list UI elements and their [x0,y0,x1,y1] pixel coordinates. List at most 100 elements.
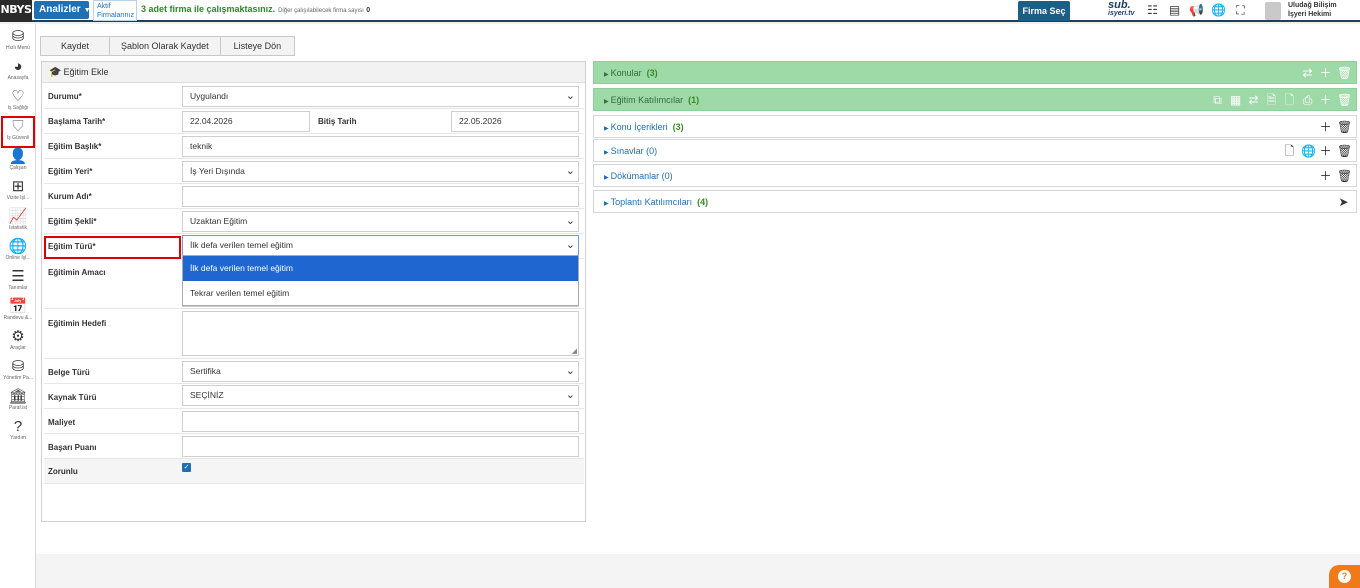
user-avatar[interactable] [1265,2,1281,20]
maliyet-input[interactable] [182,411,579,432]
sidebar-item-hizli-menu[interactable]: ⛁ Hızlı Menü [0,26,36,56]
egitim-turu-dropdown-list: İlk defa verilen temel eğitim Tekrar ver… [182,255,579,306]
firm-count-message: 3 adet firma ile çalışmaktasınız. Diğer ç… [141,4,370,14]
analizler-dropdown-button[interactable]: Analizler ▼ [34,1,91,19]
medical-kit-icon: ⊞ [11,178,25,195]
durumu-select[interactable]: Uygulandı ⌄ [182,86,579,107]
copy-icon[interactable]: ⧉ [1211,89,1224,111]
panel-sinavlar[interactable]: ▶ Sınavlar (0) 🗋 🌐 ＋ 🗑 [593,139,1357,162]
sidebar-item-araclar[interactable]: ⚙ Araçlar [0,326,36,356]
megaphone-icon[interactable]: 📢 [1189,3,1204,17]
plus-icon[interactable]: ＋ [1319,165,1332,187]
form-toolbar: Kaydet Şablon Olarak Kaydet Listeye Dön [40,36,296,56]
sidebar-item-istatistik[interactable]: 📈 İstatistik [0,206,36,236]
plus-icon[interactable]: ＋ [1319,89,1332,111]
pdf-icon[interactable]: 🗋 [1283,89,1296,111]
panel-toplanti-title[interactable]: ▶ Toplantı Katılımcıları (4) [604,191,708,215]
aktif-firmalar-link[interactable]: Aktif Firmalarınız [93,0,137,21]
sidebar-item-tanimlar[interactable]: ☰ Tanımlar [0,266,36,296]
kurum-adi-label: Kurum Adı* [48,192,92,201]
panel-katilimcilar-count: (1) [688,95,700,105]
globe-icon: 🌐 [8,238,28,255]
sidebar-item-yonetim[interactable]: ⛁ Yönetim Pa... [0,356,36,386]
dropdown-option[interactable]: İlk defa verilen temel eğitim [183,256,578,281]
panel-konu-icerikleri-count: (3) [672,122,684,132]
bitis-tarih-value: 22.05.2026 [459,116,502,126]
trash-icon[interactable]: 🗑 [1337,116,1352,138]
panel-katilimcilar-title[interactable]: ▶ Eğitim Katılımcılar (1) [604,89,699,113]
plus-icon[interactable]: ＋ [1319,140,1332,162]
zorunlu-checkbox[interactable]: ✓ [182,463,191,472]
print-icon[interactable]: ⎙ [1301,89,1314,111]
egitim-yeri-select[interactable]: İş Yeri Dışında ⌄ [182,161,579,182]
exchange-icon[interactable]: ⇄ [1247,89,1260,111]
sidebar-item-is-sagligi[interactable]: ♡ İş Sağlığı [0,86,36,116]
sub-logo-bottom: isyeri.tv [1108,10,1135,17]
help-chat-button[interactable]: ? [1329,565,1360,588]
top-icon-group: ☷ ▤ 📢 🌐 ⛶ [1145,3,1248,17]
panel-konular-title[interactable]: ▶ Konular (3) [604,62,658,86]
sidebar-item-parafist[interactable]: 🏛 Paraf.ist [0,386,36,416]
fullscreen-icon[interactable]: ⛶ [1233,3,1248,17]
sub-isyeri-logo[interactable]: sub. isyeri.tv [1108,0,1135,18]
app-logo: NBYS [0,0,32,22]
plus-icon[interactable]: ＋ [1319,62,1332,84]
kaynak-turu-value: SEÇİNİZ [190,390,224,400]
sidebar-item-vizite[interactable]: ⊞ Vizite İşl... [0,176,36,206]
tasks-icon[interactable]: ☷ [1145,3,1160,17]
bitis-tarih-input[interactable]: 22.05.2026 [451,111,579,132]
trash-icon[interactable]: 🗑 [1337,89,1352,111]
panel-sinavlar-actions: 🗋 🌐 ＋ 🗑 [1283,140,1353,162]
trash-icon[interactable]: 🗑 [1337,165,1352,187]
user-name-block[interactable]: Uludağ Bilişim İşyeri Hekimi [1288,1,1337,19]
sidebar-item-calisan[interactable]: 👤 Çalışan [0,146,36,176]
egitim-yeri-label: Eğitim Yeri* [48,167,93,176]
panel-dokumanlar-title[interactable]: ▶ Dökümanlar (0) [604,165,673,189]
question-icon: ? [1338,570,1351,583]
panel-konular[interactable]: ▶ Konular (3) ⇄ ＋ 🗑 [593,61,1357,84]
trash-icon[interactable]: 🗑 [1337,62,1352,84]
panel-dokumanlar[interactable]: ▶ Dökümanlar (0) ＋ 🗑 [593,164,1357,187]
excel-icon[interactable]: 🗎 [1265,89,1278,111]
sidebar-item-randevu[interactable]: 📅 Randevu &... [0,296,36,326]
table-icon[interactable]: ▦ [1229,89,1242,111]
analizler-label: Analizler [39,4,81,15]
pdf-icon[interactable]: 🗋 [1283,140,1296,162]
sidebar-item-label: Araçlar [10,345,26,351]
egitim-sekli-select[interactable]: Uzaktan Eğitim ⌄ [182,211,579,232]
plus-icon[interactable]: ＋ [1319,116,1332,138]
trash-icon[interactable]: 🗑 [1337,140,1352,162]
panel-egitim-katilimcilar[interactable]: ▶ Eğitim Katılımcılar (1) ⧉ ▦ ⇄ 🗎 🗋 ⎙ ＋ 🗑 [593,88,1357,111]
firma-sec-button[interactable]: Firma Seç [1018,1,1070,21]
user-icon: 👤 [8,148,28,165]
send-icon[interactable]: ➤ [1337,191,1350,213]
basari-puani-input[interactable] [182,436,579,457]
egitimin-amaci-label: Eğitimin Amacı [48,268,106,277]
sidebar-item-yardim[interactable]: ? Yardım [0,416,36,446]
resize-grip-icon[interactable]: ◢ [572,348,577,355]
sidebar-item-anasayfa[interactable]: ◕ Anasayfa [0,56,36,86]
panel-sinavlar-title[interactable]: ▶ Sınavlar (0) [604,140,657,164]
egitimin-hedefi-textarea[interactable]: ◢ [182,311,579,356]
back-to-list-button[interactable]: Listeye Dön [219,36,296,56]
kaynak-turu-select[interactable]: SEÇİNİZ ⌄ [182,385,579,406]
panel-katilimcilar-actions: ⧉ ▦ ⇄ 🗎 🗋 ⎙ ＋ 🗑 [1211,89,1352,111]
exchange-icon[interactable]: ⇄ [1301,62,1314,84]
save-button[interactable]: Kaydet [40,36,111,56]
globe-icon[interactable]: 🌐 [1301,140,1316,162]
kurum-adi-input[interactable] [182,186,579,207]
save-as-template-button[interactable]: Şablon Olarak Kaydet [109,36,221,56]
globe-icon[interactable]: 🌐 [1211,3,1226,17]
cubes-icon: ⛁ [11,28,25,45]
egitim-turu-select[interactable]: İlk defa verilen temel eğitim ⌄ [182,235,579,256]
panel-toplanti-katilimcilari[interactable]: ▶ Toplantı Katılımcıları (4) ➤ [593,190,1357,213]
belge-turu-select[interactable]: Sertifika ⌄ [182,361,579,382]
sidebar-item-online[interactable]: 🌐 Online İşl... [0,236,36,266]
panel-konu-icerikleri-title[interactable]: ▶ Konu İçerikleri (3) [604,116,684,140]
report-icon[interactable]: ▤ [1167,3,1182,17]
panel-konu-icerikleri[interactable]: ▶ Konu İçerikleri (3) ＋ 🗑 [593,115,1357,138]
maliyet-label: Maliyet [48,418,76,427]
dropdown-option[interactable]: Tekrar verilen temel eğitim [183,281,578,306]
egitim-baslik-input[interactable]: teknik [182,136,579,157]
baslama-tarih-input[interactable]: 22.04.2026 [182,111,310,132]
